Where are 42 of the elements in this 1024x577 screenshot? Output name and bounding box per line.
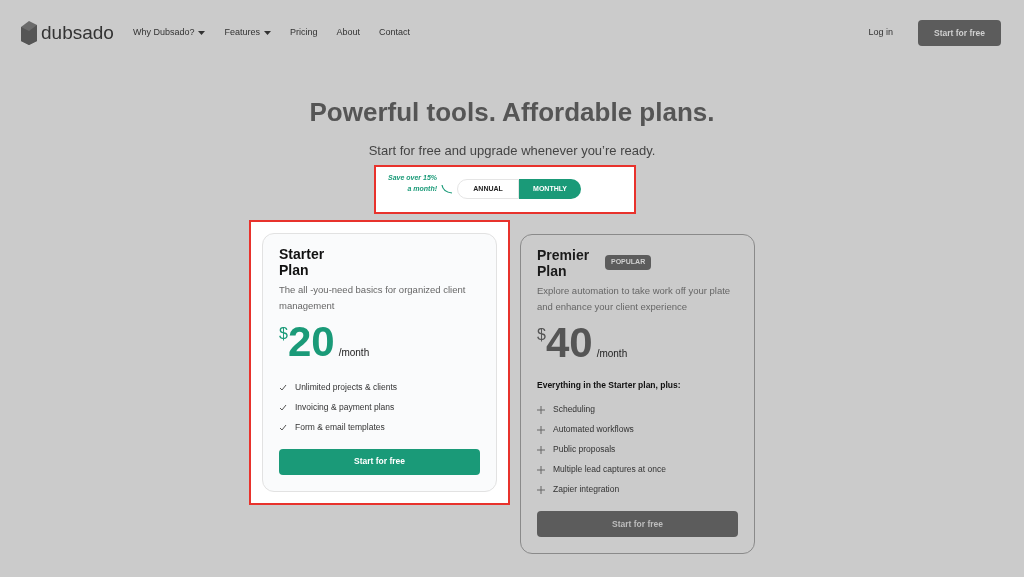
plan-name: Starter Plan [279, 245, 326, 278]
features-heading: Everything in the Starter plan, plus: [537, 378, 682, 392]
check-icon [279, 423, 287, 431]
nav-link[interactable]: About [336, 26, 361, 40]
start-button[interactable]: Start for free [918, 20, 1001, 46]
price-period: /month [596, 346, 628, 361]
feature-item: Invoicing & payment plans [295, 401, 395, 413]
caret-icon [264, 31, 271, 35]
currency-symbol: $ [537, 324, 546, 343]
start-button[interactable]: Start for free [537, 511, 738, 538]
plan-price: 20 [287, 321, 335, 362]
plan-name: Premier Plan [537, 246, 591, 279]
login-link[interactable]: Log in [868, 26, 893, 40]
caret-icon [198, 31, 206, 35]
plus-icon [537, 485, 545, 494]
plan-description: The all -you-need basics for organized client management [279, 282, 467, 313]
nav-link[interactable]: Contact [379, 26, 411, 40]
plan-description: Explore automation to take work off your plate and enhance your client experience [537, 283, 732, 314]
check-icon [279, 383, 287, 391]
plus-icon [537, 405, 545, 414]
feature-item: Zapier integration [553, 484, 620, 496]
nav-link[interactable]: Features [224, 26, 271, 40]
feature-item: Automated workflows [553, 424, 634, 436]
plus-icon [537, 445, 545, 454]
feature-item: Multiple lead captures at once [553, 464, 666, 476]
logo-text: dubsado [41, 20, 114, 45]
feature-item: Form & email templates [295, 421, 385, 433]
currency-symbol: $ [279, 323, 288, 342]
nav-link[interactable]: Why Dubsado? [132, 26, 206, 40]
feature-item: Unlimited projects & clients [295, 381, 398, 393]
plan-price: 40 [545, 322, 593, 363]
price-period: /month [338, 345, 370, 360]
check-icon [279, 403, 287, 411]
plus-icon [537, 465, 545, 474]
page-subheading: Start for free and upgrade whenever you’re ready. [367, 142, 657, 160]
page-heading: Powerful tools. Affordable plans. [308, 96, 716, 129]
feature-item: Public proposals [553, 444, 616, 456]
plus-icon [537, 425, 545, 434]
start-button[interactable]: Start for free [279, 448, 480, 475]
nav-link[interactable]: Pricing [290, 26, 318, 40]
feature-item: Scheduling [553, 404, 596, 416]
logo-icon [21, 21, 37, 45]
